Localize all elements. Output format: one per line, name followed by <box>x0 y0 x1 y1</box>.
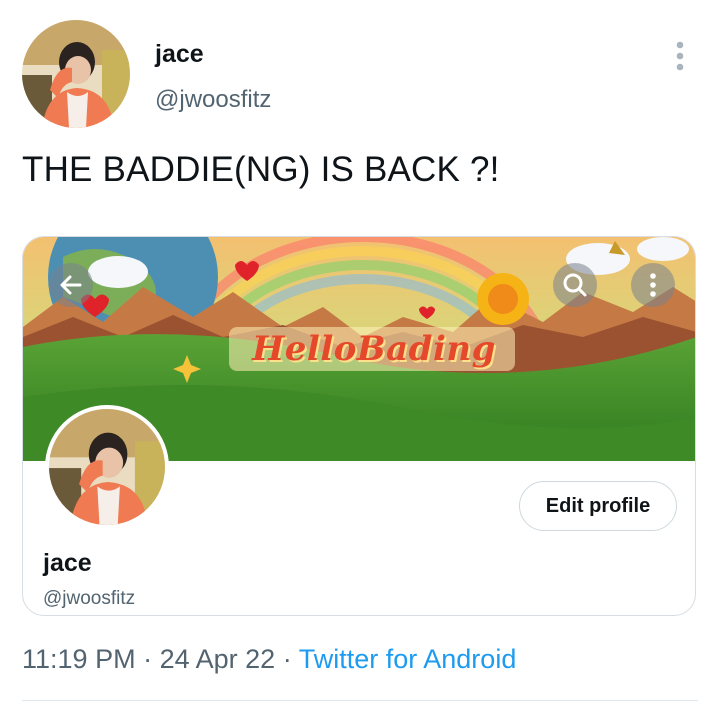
tweet-source-link[interactable]: Twitter for Android <box>299 644 517 674</box>
vertical-ellipsis-icon <box>650 273 656 297</box>
meta-separator: · <box>282 644 292 674</box>
profile-name: jace <box>43 549 92 577</box>
search-button[interactable] <box>553 263 597 307</box>
arrow-left-icon <box>60 275 82 295</box>
divider <box>22 700 698 701</box>
edit-profile-button[interactable]: Edit profile <box>519 481 677 531</box>
banner-logo-text: HelloBading <box>252 329 496 369</box>
meta-separator: · <box>143 644 153 674</box>
tweet-meta: 11:19 PM · 24 Apr 22 · Twitter for Andro… <box>22 644 516 675</box>
embedded-profile-card[interactable]: HelloBading Edit profile jace @jwoosfitz <box>22 236 696 616</box>
author-avatar[interactable] <box>22 20 130 128</box>
profile-avatar-image <box>49 409 165 525</box>
overflow-button[interactable] <box>631 263 675 307</box>
tweet-date[interactable]: 24 Apr 22 <box>160 644 276 674</box>
tweet-text: THE BADDIE(NG) IS BACK ?! <box>22 150 500 189</box>
back-button[interactable] <box>49 263 93 307</box>
author-handle[interactable]: @jwoosfitz <box>155 86 271 114</box>
tweet-time[interactable]: 11:19 PM <box>22 644 136 674</box>
author-avatar-image <box>22 20 130 128</box>
search-icon <box>563 273 587 297</box>
author-name[interactable]: jace <box>155 40 204 69</box>
more-options-icon[interactable] <box>668 38 692 74</box>
profile-handle: @jwoosfitz <box>43 588 136 609</box>
profile-avatar[interactable] <box>45 405 169 529</box>
